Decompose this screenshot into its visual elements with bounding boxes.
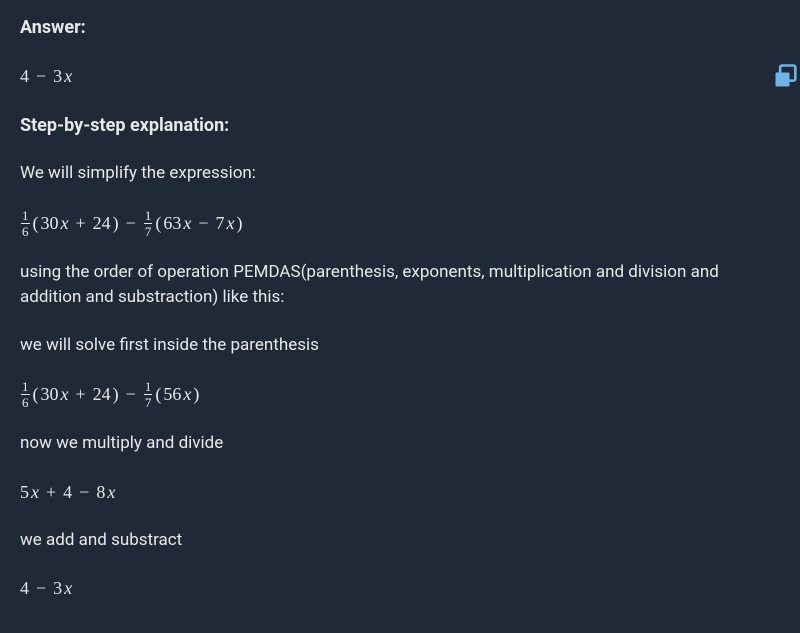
expression-1: 1 6 (30x + 24) − 1 7 (63x − 7x) — [20, 209, 780, 238]
math-num: 30 — [41, 381, 59, 408]
math-var: x — [226, 210, 234, 237]
math-op: − — [31, 63, 51, 90]
denominator: 6 — [21, 394, 30, 409]
math-var: x — [61, 210, 69, 237]
fraction: 1 7 — [144, 209, 153, 238]
math-op: − — [121, 210, 141, 237]
math-num: 4 — [20, 63, 29, 90]
answer-expression: 4 − 3x — [20, 63, 780, 90]
explanation-text: We will simplify the expression: — [20, 161, 780, 187]
math-op: + — [71, 210, 91, 237]
math-var: x — [183, 210, 191, 237]
paren: ) — [113, 381, 119, 408]
paren: ( — [33, 381, 39, 408]
explanation-text: we add and substract — [20, 528, 780, 554]
paren: ) — [193, 381, 199, 408]
math-num: 3 — [53, 63, 62, 90]
math-var: x — [64, 575, 72, 602]
math-num: 24 — [93, 210, 111, 237]
numerator: 1 — [144, 209, 153, 223]
explanation-text: using the order of operation PEMDAS(pare… — [20, 260, 780, 311]
denominator: 7 — [144, 223, 153, 238]
paren: ( — [33, 210, 39, 237]
math-var: x — [107, 479, 115, 506]
fraction: 1 6 — [21, 209, 30, 238]
math-num: 24 — [93, 381, 111, 408]
step-heading: Step-by-step explanation: — [20, 112, 780, 139]
denominator: 7 — [144, 394, 153, 409]
numerator: 1 — [144, 380, 153, 394]
math-var: x — [61, 381, 69, 408]
expression-3: 5x + 4 − 8x — [20, 479, 780, 506]
math-op: + — [71, 381, 91, 408]
paren: ( — [155, 381, 161, 408]
math-num: 8 — [96, 479, 105, 506]
paren: ) — [236, 210, 242, 237]
explanation-text: we will solve first inside the parenthes… — [20, 333, 780, 359]
numerator: 1 — [21, 209, 30, 223]
math-var: x — [31, 479, 39, 506]
explanation-text: now we multiply and divide — [20, 431, 780, 457]
math-op: − — [74, 479, 94, 506]
expression-4: 4 − 3x — [20, 575, 780, 602]
fraction: 1 7 — [144, 380, 153, 409]
math-op: − — [31, 575, 51, 602]
math-num: 4 — [63, 479, 72, 506]
math-var: x — [183, 381, 191, 408]
math-num: 7 — [215, 210, 224, 237]
expression-2: 1 6 (30x + 24) − 1 7 (56x) — [20, 380, 780, 409]
numerator: 1 — [21, 380, 30, 394]
paren: ( — [155, 210, 161, 237]
answer-heading: Answer: — [20, 14, 780, 41]
math-op: − — [193, 210, 213, 237]
math-var: x — [64, 63, 72, 90]
math-num: 5 — [20, 479, 29, 506]
math-num: 30 — [41, 210, 59, 237]
math-num: 3 — [53, 575, 62, 602]
math-num: 4 — [20, 575, 29, 602]
math-num: 63 — [163, 210, 181, 237]
math-op: + — [41, 479, 61, 506]
copy-icon[interactable] — [772, 62, 800, 90]
fraction: 1 6 — [21, 380, 30, 409]
math-op: − — [121, 381, 141, 408]
paren: ) — [113, 210, 119, 237]
denominator: 6 — [21, 223, 30, 238]
math-num: 56 — [163, 381, 181, 408]
